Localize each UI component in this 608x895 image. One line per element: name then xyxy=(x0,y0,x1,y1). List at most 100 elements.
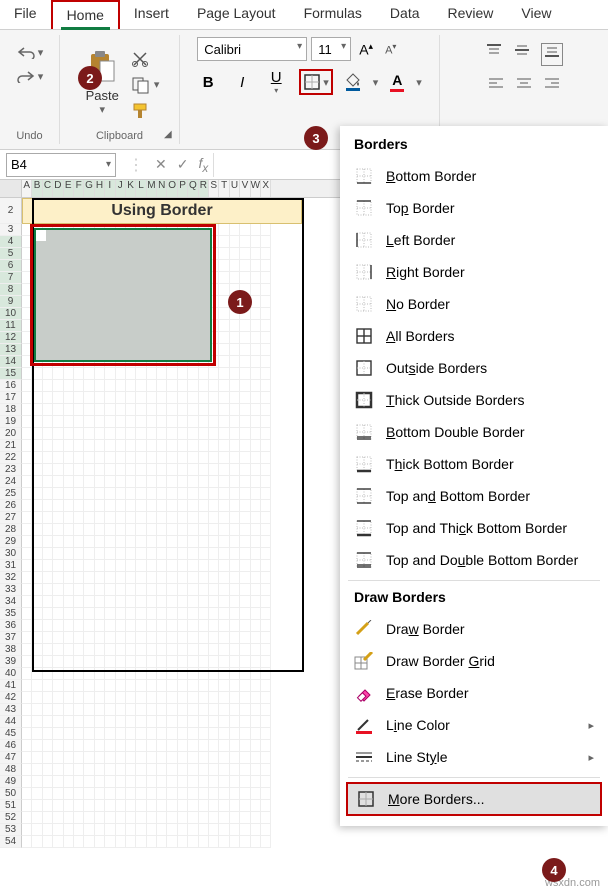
row-header-28[interactable]: 28 xyxy=(0,524,22,536)
row-header-54[interactable]: 54 xyxy=(0,836,22,848)
row-header-23[interactable]: 23 xyxy=(0,464,22,476)
select-all-corner[interactable] xyxy=(0,180,22,197)
col-header-H[interactable]: H xyxy=(95,180,105,197)
col-header-A[interactable]: A xyxy=(22,180,32,197)
row-header-44[interactable]: 44 xyxy=(0,716,22,728)
grow-font-button[interactable]: A▴ xyxy=(355,41,377,58)
border-item-bottomdbl[interactable]: Bottom Double Border xyxy=(340,416,608,448)
col-header-F[interactable]: F xyxy=(74,180,84,197)
cancel-formula-button[interactable]: ✕ xyxy=(150,156,172,173)
row-header-48[interactable]: 48 xyxy=(0,764,22,776)
tab-pagelayout[interactable]: Page Layout xyxy=(183,0,290,29)
row-header-18[interactable]: 18 xyxy=(0,404,22,416)
draw-item-linecolor[interactable]: Line Color▸ xyxy=(340,709,608,741)
row-header-20[interactable]: 20 xyxy=(0,428,22,440)
border-item-topthickbottom[interactable]: Top and Thick Bottom Border xyxy=(340,512,608,544)
row-header-46[interactable]: 46 xyxy=(0,740,22,752)
row-header-33[interactable]: 33 xyxy=(0,584,22,596)
row-header-11[interactable]: 11 xyxy=(0,320,22,332)
row-header-12[interactable]: 12 xyxy=(0,332,22,344)
draw-item-draw[interactable]: Draw Border xyxy=(340,613,608,645)
tab-file[interactable]: File xyxy=(0,0,51,29)
row-header-3[interactable]: 3 xyxy=(0,224,22,236)
draw-item-linestyle[interactable]: Line Style▸ xyxy=(340,741,608,773)
fx-button[interactable]: fx xyxy=(193,155,213,175)
font-color-button[interactable]: A xyxy=(390,72,404,92)
col-header-C[interactable]: C xyxy=(43,180,53,197)
row-header-5[interactable]: 5 xyxy=(0,248,22,260)
col-header-P[interactable]: P xyxy=(178,180,188,197)
enter-formula-button[interactable]: ✓ xyxy=(172,156,194,173)
row-header-30[interactable]: 30 xyxy=(0,548,22,560)
row-header-26[interactable]: 26 xyxy=(0,500,22,512)
font-size-select[interactable] xyxy=(311,37,351,61)
col-header-R[interactable]: R xyxy=(199,180,209,197)
border-item-topbottom[interactable]: Top and Bottom Border xyxy=(340,480,608,512)
row-header-7[interactable]: 7 xyxy=(0,272,22,284)
border-item-topdblbottom[interactable]: Top and Double Bottom Border xyxy=(340,544,608,576)
clipboard-launcher-icon[interactable]: ◢ xyxy=(164,129,176,141)
row-header-4[interactable]: 4 xyxy=(0,236,22,248)
font-name-select[interactable] xyxy=(197,37,307,61)
col-header-J[interactable]: J xyxy=(116,180,126,197)
tab-data[interactable]: Data xyxy=(376,0,434,29)
tab-view[interactable]: View xyxy=(507,0,565,29)
row-header-36[interactable]: 36 xyxy=(0,620,22,632)
cut-button[interactable] xyxy=(131,50,160,68)
title-cell[interactable]: Using Border xyxy=(22,198,302,224)
row-header-43[interactable]: 43 xyxy=(0,704,22,716)
border-item-all[interactable]: All Borders xyxy=(340,320,608,352)
col-header-W[interactable]: W xyxy=(251,180,261,197)
tab-formulas[interactable]: Formulas xyxy=(290,0,376,29)
col-header-O[interactable]: O xyxy=(167,180,177,197)
border-item-thick[interactable]: Thick Outside Borders xyxy=(340,384,608,416)
row-header-37[interactable]: 37 xyxy=(0,632,22,644)
row-header-34[interactable]: 34 xyxy=(0,596,22,608)
col-header-X[interactable]: X xyxy=(261,180,271,197)
row-header-8[interactable]: 8 xyxy=(0,284,22,296)
col-header-T[interactable]: T xyxy=(219,180,229,197)
border-item-bottom[interactable]: Bottom Border xyxy=(340,160,608,192)
col-header-D[interactable]: D xyxy=(53,180,63,197)
name-box[interactable]: B4▾ xyxy=(6,153,116,177)
underline-button[interactable]: U▾ xyxy=(265,69,287,95)
row-header-6[interactable]: 6 xyxy=(0,260,22,272)
row-header-42[interactable]: 42 xyxy=(0,692,22,704)
row-header-22[interactable]: 22 xyxy=(0,452,22,464)
row-header-49[interactable]: 49 xyxy=(0,776,22,788)
shrink-font-button[interactable]: A▾ xyxy=(381,42,400,57)
border-item-left[interactable]: Left Border xyxy=(340,224,608,256)
col-header-B[interactable]: B xyxy=(32,180,42,197)
row-header-51[interactable]: 51 xyxy=(0,800,22,812)
fill-color-button[interactable] xyxy=(345,73,361,91)
row-header-13[interactable]: 13 xyxy=(0,344,22,356)
border-item-top[interactable]: Top Border xyxy=(340,192,608,224)
bold-button[interactable]: B xyxy=(197,74,219,91)
italic-button[interactable]: I xyxy=(231,74,253,91)
row-header-41[interactable]: 41 xyxy=(0,680,22,692)
border-item-right[interactable]: Right Border xyxy=(340,256,608,288)
row-header-38[interactable]: 38 xyxy=(0,644,22,656)
align-left-button[interactable] xyxy=(487,76,505,95)
row-header-10[interactable]: 10 xyxy=(0,308,22,320)
row-header-39[interactable]: 39 xyxy=(0,656,22,668)
row-header-52[interactable]: 52 xyxy=(0,812,22,824)
row-header-21[interactable]: 21 xyxy=(0,440,22,452)
border-item-outside[interactable]: Outside Borders xyxy=(340,352,608,384)
row-header-17[interactable]: 17 xyxy=(0,392,22,404)
row-header-19[interactable]: 19 xyxy=(0,416,22,428)
align-middle-button[interactable] xyxy=(513,43,531,66)
col-header-V[interactable]: V xyxy=(240,180,250,197)
col-header-M[interactable]: M xyxy=(147,180,157,197)
row-header-47[interactable]: 47 xyxy=(0,752,22,764)
col-header-L[interactable]: L xyxy=(136,180,146,197)
row-header-35[interactable]: 35 xyxy=(0,608,22,620)
col-header-S[interactable]: S xyxy=(209,180,219,197)
col-header-E[interactable]: E xyxy=(64,180,74,197)
border-item-thickbottom[interactable]: Thick Bottom Border xyxy=(340,448,608,480)
row-header-15[interactable]: 15 xyxy=(0,368,22,380)
col-header-U[interactable]: U xyxy=(230,180,240,197)
undo-button[interactable]: ▾ xyxy=(16,45,44,59)
format-painter-button[interactable] xyxy=(131,102,160,120)
align-center-button[interactable] xyxy=(515,76,533,95)
